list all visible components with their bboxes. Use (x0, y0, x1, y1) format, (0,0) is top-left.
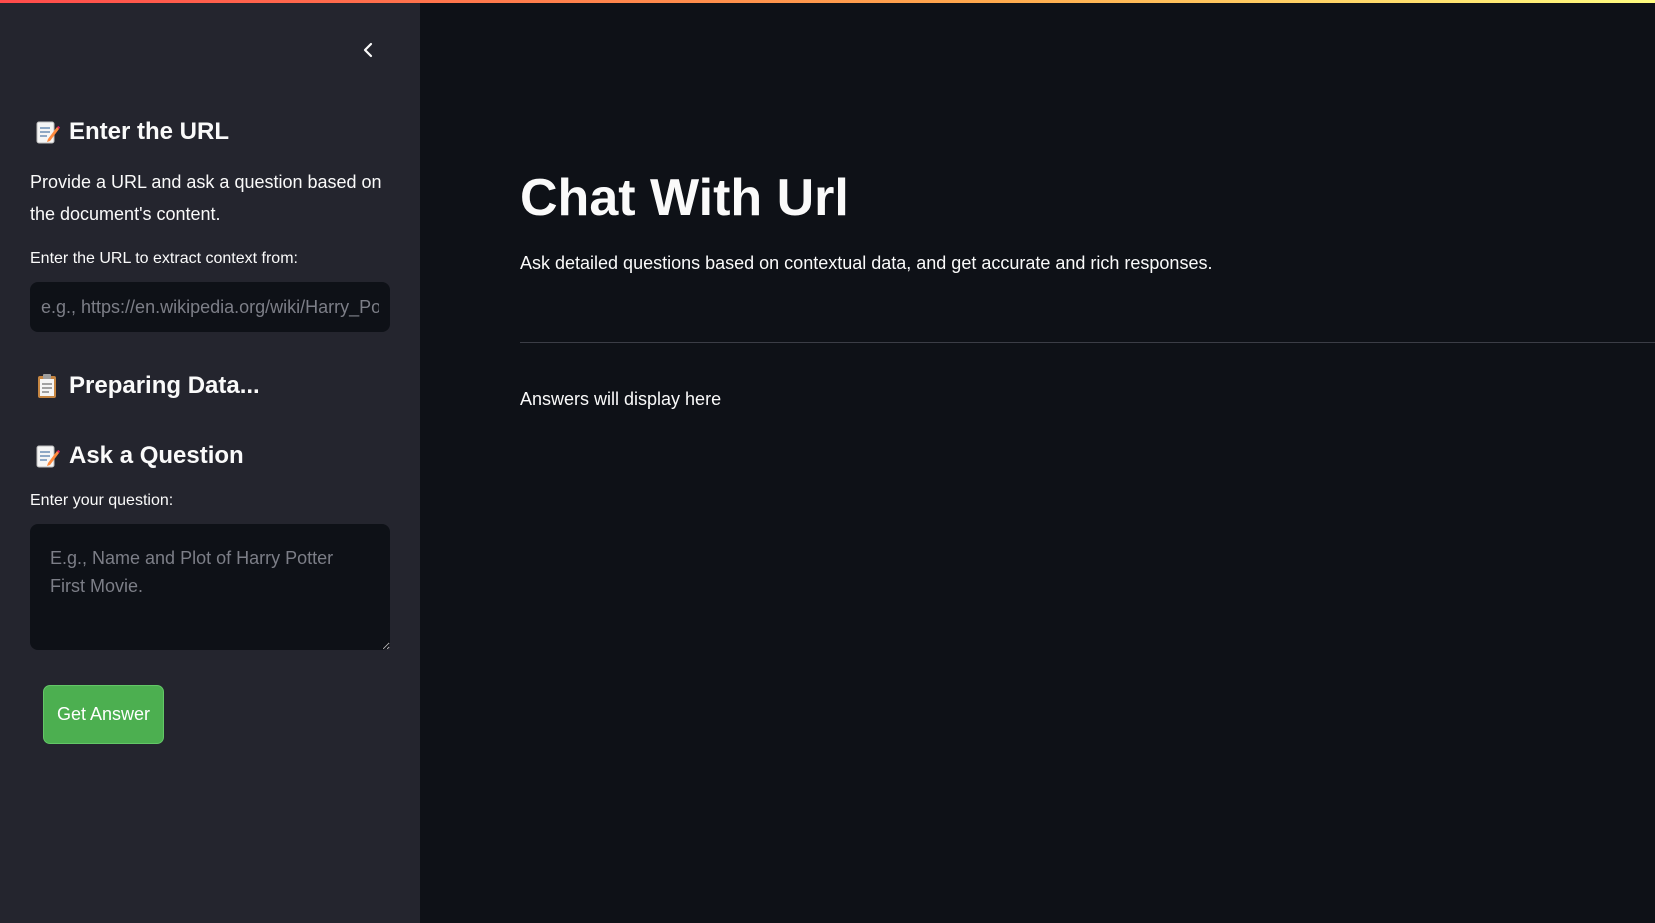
main-content: Chat With Url Ask detailed questions bas… (520, 0, 1655, 923)
url-section-description: Provide a URL and ask a question based o… (30, 172, 382, 224)
clipboard-icon (34, 373, 60, 399)
question-section-header: Ask a Question (34, 436, 390, 476)
status-header: Preparing Data... (34, 366, 390, 406)
url-section-header: Enter the URL (34, 112, 390, 152)
divider (520, 342, 1655, 343)
page-title: Chat With Url (520, 169, 849, 227)
question-textarea[interactable] (30, 524, 390, 650)
chevron-left-icon (363, 42, 373, 58)
sidebar-content: Enter the URL Provide a URL and ask a qu… (30, 112, 390, 744)
question-input-label: Enter your question: (30, 492, 174, 509)
get-answer-button[interactable]: Get Answer (43, 685, 164, 744)
status-title: Preparing Data... (69, 372, 260, 399)
memo-icon (34, 119, 60, 145)
top-decoration-bar (0, 0, 1655, 3)
url-input-label: Enter the URL to extract context from: (30, 250, 298, 267)
answer-display: Answers will display here (520, 389, 722, 409)
memo-icon (34, 443, 60, 469)
page-subtitle: Ask detailed questions based on contextu… (520, 253, 1213, 273)
question-section-title: Ask a Question (69, 442, 244, 469)
url-section-title: Enter the URL (69, 118, 230, 145)
collapse-sidebar-button[interactable] (352, 34, 384, 66)
url-input[interactable] (30, 282, 390, 332)
sidebar: Enter the URL Provide a URL and ask a qu… (0, 0, 420, 923)
